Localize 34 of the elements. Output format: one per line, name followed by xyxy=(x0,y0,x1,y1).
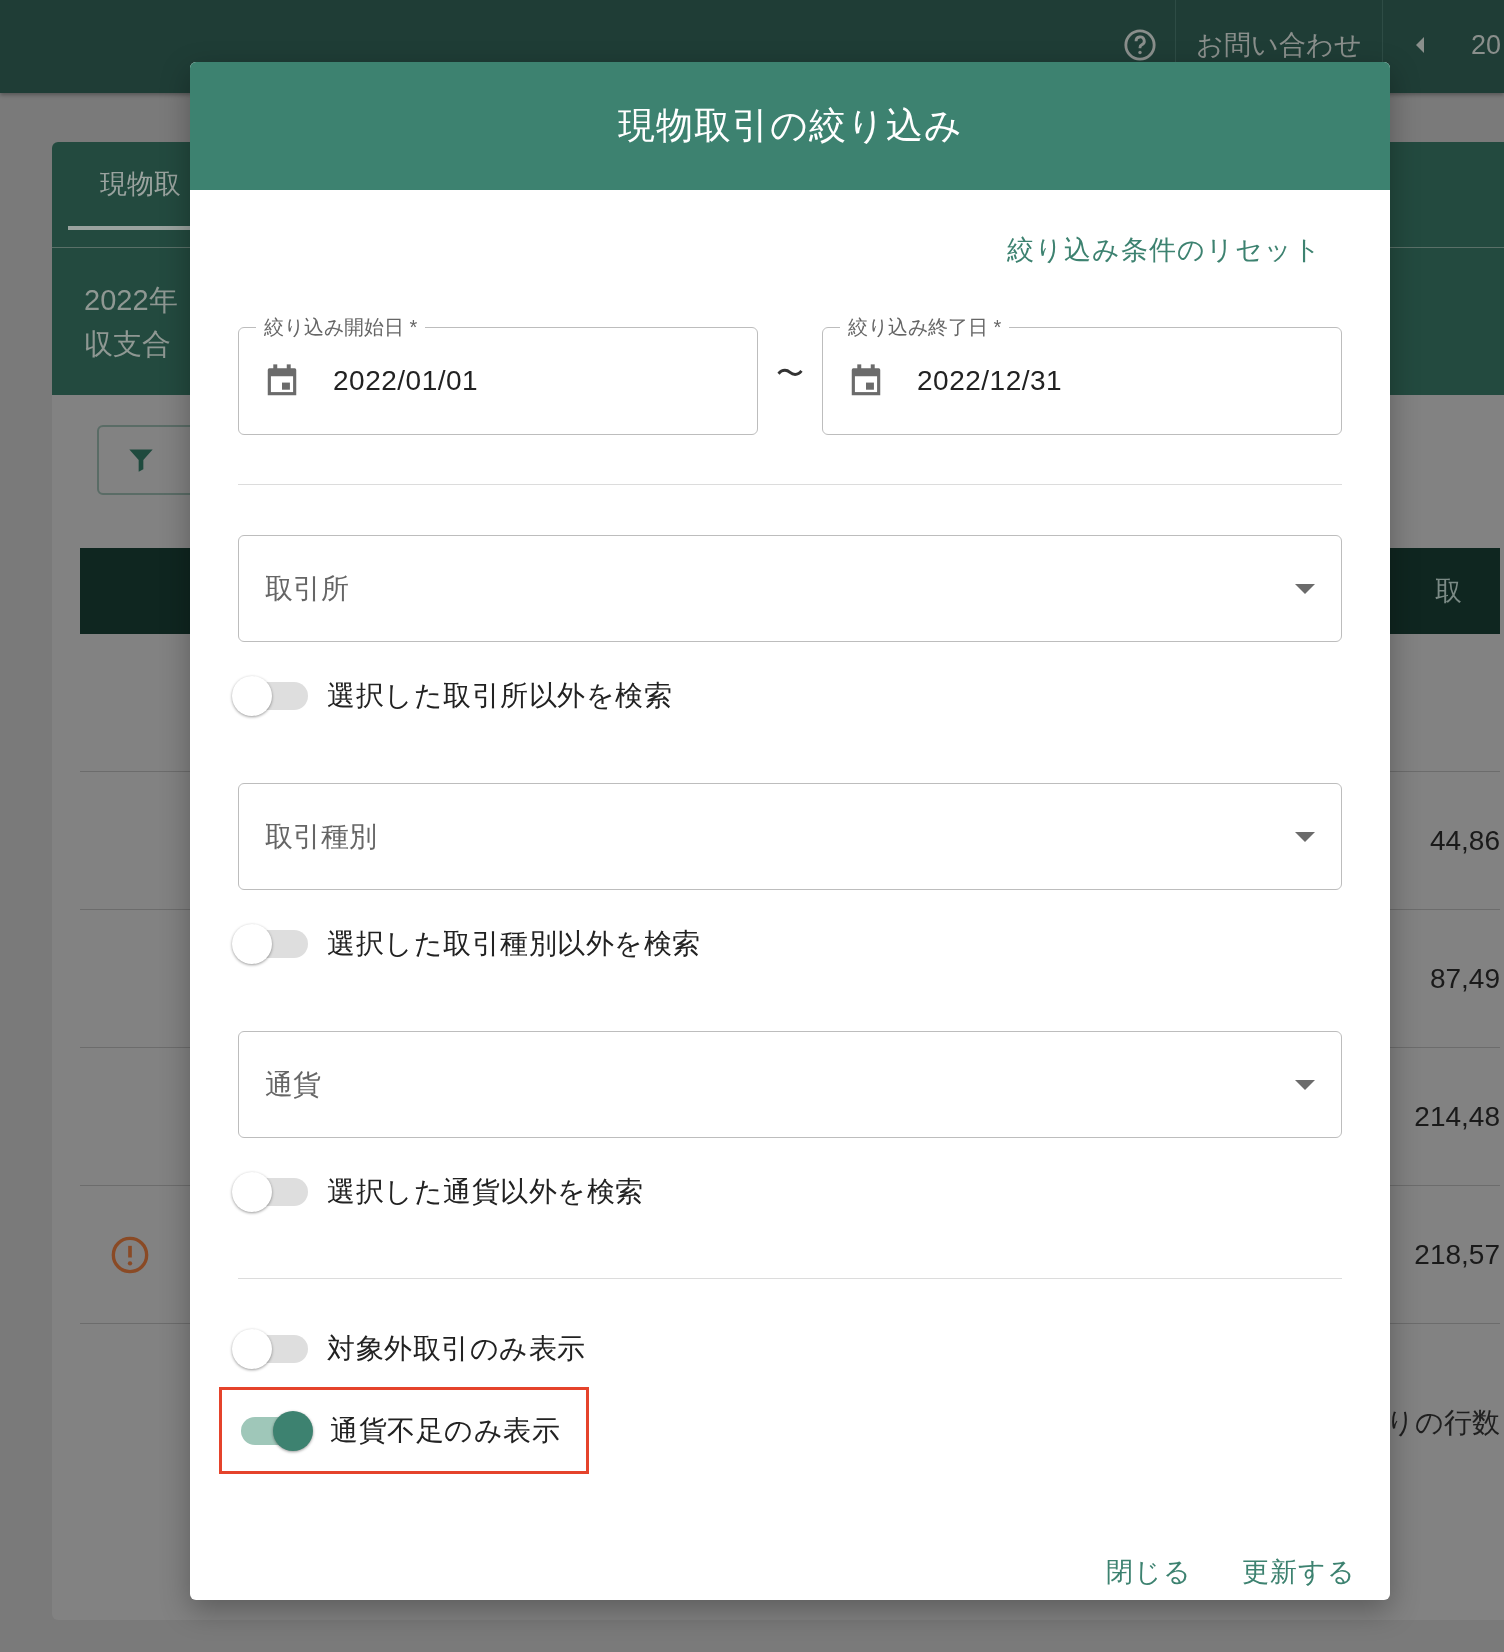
toggle-label: 選択した取引種別以外を検索 xyxy=(327,927,701,961)
dropdown-caret-icon[interactable] xyxy=(1295,583,1315,594)
dropdown-field[interactable]: 通貨 xyxy=(238,1031,1342,1138)
table-cell: 218,57 xyxy=(1414,1238,1500,1271)
text-button[interactable]: 更新する xyxy=(1232,1550,1366,1594)
text-button[interactable]: 閉じる xyxy=(1096,1550,1202,1594)
caret-left-icon[interactable] xyxy=(1415,36,1425,54)
date-value: 2022/01/01 xyxy=(333,365,479,397)
reset-link[interactable]: 絞り込み条件のリセット xyxy=(1007,232,1322,268)
table-cell: 214,48 xyxy=(1414,1100,1500,1133)
table-cell: 44,86 xyxy=(1429,824,1500,857)
dialog-title: 現物取引の絞り込み xyxy=(617,104,963,148)
help-icon[interactable] xyxy=(1123,28,1157,62)
column-header: 取 xyxy=(1435,575,1462,608)
dropdown-caret-icon[interactable] xyxy=(1295,1079,1315,1090)
toggle-label: 選択した通貨以外を検索 xyxy=(327,1175,644,1209)
period-label: 20 xyxy=(1471,29,1502,61)
contact-link[interactable]: お問い合わせ xyxy=(1176,27,1382,63)
rows-per-page-label: りの行数 xyxy=(1386,1406,1500,1440)
date-value: 2022/12/31 xyxy=(917,365,1063,397)
toggle-label: 選択した取引所以外を検索 xyxy=(327,679,672,713)
toggle-switch[interactable] xyxy=(232,676,310,716)
toggle-switch[interactable] xyxy=(232,924,310,964)
toggle-switch[interactable] xyxy=(232,1329,310,1369)
dropdown-caret-icon[interactable] xyxy=(1295,831,1315,842)
toggle-label: 通貨不足のみ表示 xyxy=(330,1413,560,1448)
dropdown-field[interactable]: 取引種別 xyxy=(238,783,1342,890)
toggle-switch[interactable] xyxy=(232,1172,310,1212)
summary-text: 2022年 xyxy=(84,283,178,318)
toggle-label: 対象外取引のみ表示 xyxy=(327,1332,586,1366)
table-cell: 87,49 xyxy=(1429,962,1500,995)
range-separator: 〜 xyxy=(775,357,805,391)
summary-text: 収支合 xyxy=(84,327,171,362)
dropdown-field[interactable]: 取引所 xyxy=(238,535,1342,642)
